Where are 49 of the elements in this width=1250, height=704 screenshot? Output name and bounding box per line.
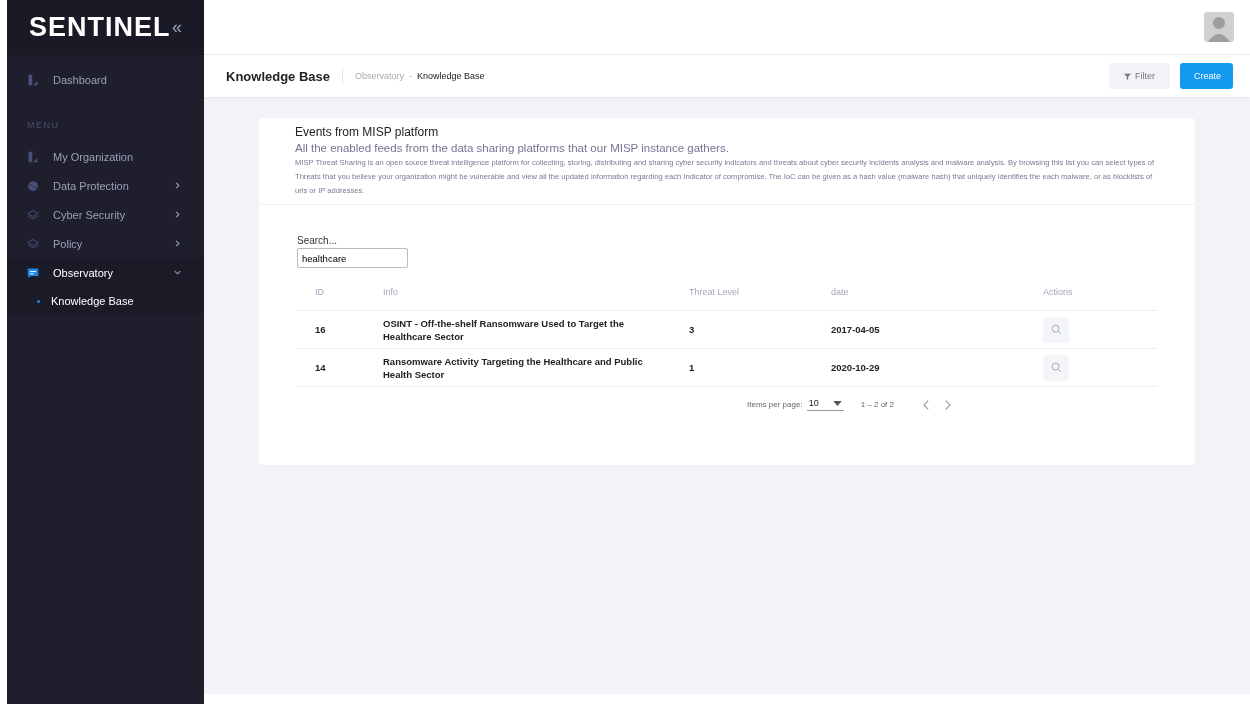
- table-cell: 1: [689, 362, 695, 373]
- search-button[interactable]: [1043, 354, 1069, 381]
- next-page-icon[interactable]: [943, 398, 952, 411]
- breadcrumb-separator: -: [409, 71, 413, 81]
- logo: SENTINEL: [29, 12, 171, 43]
- page-title: Knowledge Base: [226, 68, 331, 84]
- layers-icon: [27, 237, 39, 250]
- nav-item[interactable]: Data Protection: [7, 171, 204, 200]
- chart-icon: [27, 73, 39, 86]
- nav-item[interactable]: Dashboard: [7, 65, 204, 94]
- card-title: Events from MISP platform: [295, 125, 440, 139]
- table-cell: OSINT - Off-the-shelf Ransomware Used to Target the Healthcare Sector: [383, 317, 625, 342]
- search-button[interactable]: [1043, 316, 1069, 343]
- layers-icon: [27, 208, 39, 221]
- column-header: Info: [383, 287, 398, 297]
- filter-icon: [1124, 72, 1131, 80]
- breadcrumb-link[interactable]: Knowledge Base: [417, 71, 485, 81]
- filter-button[interactable]: Filter: [1109, 63, 1170, 89]
- submenu-item[interactable]: Knowledge Base: [7, 287, 204, 315]
- search-icon: [1050, 362, 1062, 373]
- nav-item[interactable]: Policy: [7, 229, 204, 258]
- nav-item[interactable]: Cyber Security: [7, 200, 204, 229]
- table-cell: 14: [315, 362, 326, 373]
- table-cell: 3: [689, 324, 695, 335]
- items-per-page-select[interactable]: 10: [806, 398, 844, 411]
- avatar-icon[interactable]: [1204, 12, 1234, 42]
- dropdown-caret-icon: [832, 400, 842, 406]
- nav-item[interactable]: My Organization: [7, 142, 204, 171]
- globe-icon: [27, 179, 39, 192]
- table-cell: 16: [315, 324, 326, 335]
- collapse-button[interactable]: «: [172, 17, 182, 38]
- table-cell: Ransomware Activity Targeting the Healthcare and Public Health Sector: [383, 355, 643, 380]
- column-header: Threat Level: [689, 287, 740, 297]
- table-cell: 2017-04-05: [831, 324, 880, 335]
- previous-page-icon[interactable]: [922, 398, 931, 411]
- nav-item[interactable]: Observatory: [7, 258, 204, 287]
- page-range: 1 – 2 of 2: [860, 400, 894, 409]
- items-per-page-label: Items per page:: [747, 400, 803, 409]
- section-label: MENU: [26, 119, 61, 132]
- column-header: ID: [315, 287, 324, 297]
- table-cell: 2020-10-29: [831, 362, 880, 373]
- column-header: date: [831, 287, 849, 297]
- search-label: Search...: [297, 235, 339, 246]
- chat-icon: [27, 266, 39, 279]
- search-icon: [1050, 324, 1062, 335]
- search-field[interactable]: healthcare: [297, 248, 408, 268]
- column-header: Actions: [1043, 287, 1073, 297]
- chart-icon: [27, 150, 39, 163]
- card-subtitle: All the enabled feeds from the data sharing platforms that our MISP instance gathers.: [295, 142, 730, 154]
